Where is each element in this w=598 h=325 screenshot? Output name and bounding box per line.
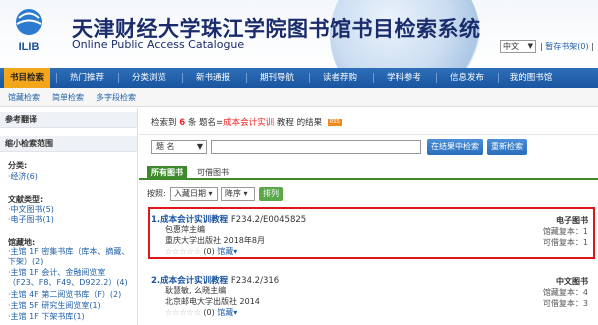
chevron-down-icon: ▾ [208,189,213,198]
result-prefix: 检索到 [151,118,177,128]
record-available: 可借复本：3 [542,299,588,308]
result-suffix: 教程 的结果 [276,118,323,128]
nav-separator [436,73,437,83]
result-summary: 检索到 6 条 题名=成本会计实训 教程 的结果 RSS [139,111,598,135]
sort-order-select[interactable]: 降序 ▾ [221,187,255,201]
nav-item-search[interactable]: 书目检索 [4,68,50,88]
nav-separator [373,73,374,83]
bookshelf-link[interactable]: 暂存书架(0) [545,42,588,51]
subnav-item-simple[interactable]: 简单检索 [52,92,84,103]
left-panel: 参考翻译 缩小检索范围 分类: ·经济(6) 文献类型: ·中文图书(5) ·电… [0,108,138,325]
nav-separator [182,73,183,83]
new-search-button[interactable]: 重新检索 [487,139,527,155]
subnav-item-multi[interactable]: 多字段检索 [96,92,136,103]
holdings-link[interactable]: 馆藏 [217,308,233,317]
ilib-logo: ILIB [16,9,42,53]
record-publisher: 北京邮电大学出版社 2014 [165,297,260,306]
top-links: | 暂存书架(0) | [540,41,594,52]
language-select[interactable]: 中文 ▼ [500,40,536,53]
search-input[interactable] [211,140,421,154]
nav-item-browse[interactable]: 分类浏览 [124,68,174,88]
star-icons: ☆☆☆☆☆ [165,308,201,317]
chevron-down-icon: ▾ [243,189,248,198]
nav-item-new-books[interactable]: 新书通报 [188,68,238,88]
record-call-number: F234.2/316 [230,276,280,286]
facet-item[interactable]: ·电子图书(1) [8,214,54,225]
facet-item[interactable]: ·主馆 5F 研究生阅览室(1) [8,300,101,311]
nav-separator [246,73,247,83]
highlight-box [148,207,595,259]
nav-item-my-library[interactable]: 我的图书馆 [502,68,560,88]
facet-item[interactable]: ·主馆 1F 密集书库（库本、摘藏、下架）(2) [8,247,134,267]
facet-item[interactable]: ·主馆 4F 第二阅览书库（F）(2) [8,289,121,300]
nav-item-hot[interactable]: 热门推荐 [62,68,112,88]
nav-separator [56,73,57,83]
facet-item[interactable]: ·经济(6) [8,171,38,182]
result-count: 6 [179,118,186,128]
nav-item-purchase[interactable]: 读者荐购 [315,68,365,88]
result-keyword: 成本会计实训 [223,118,275,128]
separator: | [540,42,543,51]
nav-separator [309,73,310,83]
rating-stars[interactable]: ☆☆☆☆☆ (0) 馆藏▾ [165,307,237,318]
rss-icon[interactable]: RSS [327,119,342,126]
facet-item[interactable]: ·主馆 1F 会计、金融阅览室（F23、F8、F49、D922.2）(4) [8,268,134,288]
chevron-down-icon: ▼ [527,42,533,50]
result-tabs: 所有图书 可借图书 [139,166,598,180]
sort-field-value: 入藏日期 [174,189,206,198]
facet-item[interactable]: ·主馆 1F 下架书库(1) [8,311,85,322]
nav-separator [118,73,119,83]
chevron-down-icon: ▼ [196,142,203,151]
logo-text: ILIB [19,41,40,53]
rating-count: (0) [203,308,215,317]
tab-available-books[interactable]: 可借图书 [193,166,233,180]
sort-field-select[interactable]: 入藏日期 ▾ [170,187,218,201]
nav-separator [498,73,499,83]
nav-item-journals[interactable]: 期刊导航 [252,68,302,88]
site-subtitle: Online Public Access Catalogue [72,38,245,51]
sort-order-value: 降序 [225,189,241,198]
sort-label: 按照: [147,189,166,198]
facet-title-class: 分类: [8,161,28,170]
main-nav: 书目检索 热门推荐 分类浏览 新书通报 期刊导航 读者荐购 学科参考 信息发布 … [0,68,598,88]
chevron-down-icon: ▾ [233,308,238,317]
record-type: 中文图书 [556,277,588,286]
search-in-results-button[interactable]: 在结果中检索 [427,139,483,155]
record-holdings: 馆藏复本：4 [542,288,588,297]
search-field-value: 题 名 [156,142,175,151]
separator: | [591,42,594,51]
site-header: ILIB 天津财经大学珠江学院图书馆书目检索系统 Online Public A… [0,0,598,68]
sub-nav: 馆藏检索 简单检索 多字段检索 [0,88,598,107]
record-author: 耿慧敏, 么晓主编 [165,286,227,295]
search-field-select[interactable]: 题 名 ▼ [151,140,207,154]
language-value: 中文 [503,42,519,51]
nav-item-info[interactable]: 信息发布 [442,68,492,88]
result-mid: 条 题名= [187,118,224,128]
tab-all-books[interactable]: 所有图书 [147,166,187,180]
narrow-heading: 缩小检索范围 [0,136,137,152]
nav-item-subject[interactable]: 学科参考 [379,68,429,88]
sort-button[interactable]: 排列 [259,187,283,201]
subnav-item-holdings[interactable]: 馆藏检索 [8,92,40,103]
reference-heading: 参考翻译 [0,112,137,128]
